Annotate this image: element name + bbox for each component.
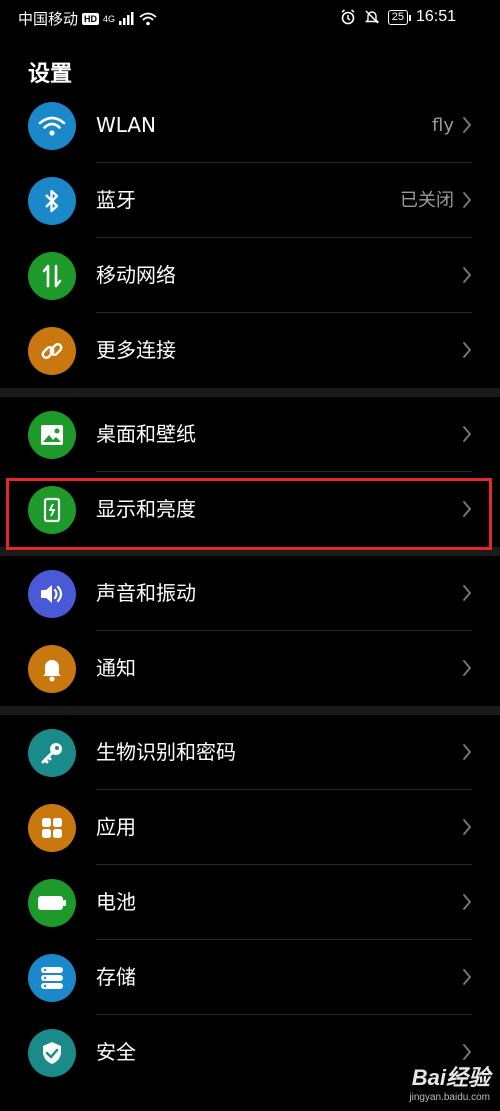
settings-item-label: 通知 bbox=[96, 656, 136, 680]
settings-item-bluetooth[interactable]: 蓝牙 已关闭 bbox=[0, 163, 500, 238]
settings-list: WLAN fly 蓝牙 已关闭 移动网络 更多连接 桌面和壁纸 显示和亮度 声音和振动 通知 生物识… bbox=[0, 88, 500, 1090]
battery-level: 25 bbox=[387, 9, 412, 25]
chevron-right-icon bbox=[462, 1043, 472, 1061]
chevron-right-icon bbox=[462, 893, 472, 911]
settings-item-sound-vibration[interactable]: 声音和振动 bbox=[0, 556, 500, 631]
chevron-right-icon bbox=[462, 341, 472, 359]
storage-icon bbox=[28, 954, 76, 1002]
chevron-right-icon bbox=[462, 968, 472, 986]
speaker-icon bbox=[28, 570, 76, 618]
settings-item-label: 蓝牙 bbox=[96, 188, 136, 212]
settings-item-label: 移动网络 bbox=[96, 263, 176, 287]
image-icon bbox=[28, 411, 76, 459]
settings-item-label: 更多连接 bbox=[96, 338, 176, 362]
settings-item-wlan[interactable]: WLAN fly bbox=[0, 88, 500, 163]
settings-item-label: 生物识别和密码 bbox=[96, 740, 236, 764]
chevron-right-icon bbox=[462, 116, 472, 134]
settings-item-label: 电池 bbox=[96, 890, 136, 914]
hd-badge: HD bbox=[82, 12, 100, 25]
wifi-status-icon bbox=[139, 12, 157, 25]
bluetooth-icon bbox=[28, 177, 76, 225]
network-type: 4G bbox=[103, 13, 116, 24]
chevron-right-icon bbox=[462, 659, 472, 677]
chevron-right-icon bbox=[462, 266, 472, 284]
settings-item-biometrics-password[interactable]: 生物识别和密码 bbox=[0, 715, 500, 790]
page-title: 设置 bbox=[28, 62, 73, 87]
settings-item-value: 已关闭 bbox=[400, 190, 454, 211]
settings-item-more-connections[interactable]: 更多连接 bbox=[0, 313, 500, 388]
group-separator bbox=[0, 388, 500, 397]
clock: 16:51 bbox=[415, 8, 456, 25]
settings-item-value: fly bbox=[432, 115, 454, 136]
settings-item-apps[interactable]: 应用 bbox=[0, 790, 500, 865]
chevron-right-icon bbox=[462, 818, 472, 836]
settings-item-battery[interactable]: 电池 bbox=[0, 865, 500, 940]
settings-item-label: 存储 bbox=[96, 965, 136, 989]
bell-icon bbox=[28, 645, 76, 693]
carrier-name: 中国移动 bbox=[18, 11, 79, 28]
group-separator bbox=[0, 706, 500, 715]
mute-bell-icon bbox=[364, 10, 379, 24]
watermark-logo: Bai经验 bbox=[411, 1065, 490, 1090]
settings-item-label: 应用 bbox=[96, 815, 136, 839]
settings-item-mobile-network[interactable]: 移动网络 bbox=[0, 238, 500, 313]
settings-item-label: WLAN bbox=[96, 113, 157, 137]
chevron-right-icon bbox=[462, 743, 472, 761]
chevron-right-icon bbox=[462, 191, 472, 209]
settings-item-label: 安全 bbox=[96, 1040, 136, 1064]
settings-item-home-wallpaper[interactable]: 桌面和壁纸 bbox=[0, 397, 500, 472]
key-icon bbox=[28, 729, 76, 777]
settings-item-notifications[interactable]: 通知 bbox=[0, 631, 500, 706]
highlight-box bbox=[6, 478, 492, 550]
chevron-right-icon bbox=[462, 425, 472, 443]
apps-icon bbox=[28, 804, 76, 852]
watermark-site: jingyan.baidu.com bbox=[409, 1092, 490, 1103]
wifi-icon bbox=[28, 102, 76, 150]
baidu-jingyan-watermark: Bai经验 jingyan.baidu.com bbox=[409, 1060, 490, 1103]
battery-icon bbox=[28, 879, 76, 927]
alarm-icon bbox=[341, 9, 355, 25]
settings-item-label: 桌面和壁纸 bbox=[96, 422, 196, 446]
settings-item-label: 声音和振动 bbox=[96, 581, 196, 605]
status-bar: 中国移动 HD 4G 25 16:51 bbox=[0, 0, 500, 36]
shield-icon bbox=[28, 1029, 76, 1077]
settings-item-storage[interactable]: 存储 bbox=[0, 940, 500, 1015]
signal-icon bbox=[119, 12, 134, 25]
link-icon bbox=[28, 327, 76, 375]
chevron-right-icon bbox=[462, 584, 472, 602]
mobile-data-icon bbox=[28, 252, 76, 300]
